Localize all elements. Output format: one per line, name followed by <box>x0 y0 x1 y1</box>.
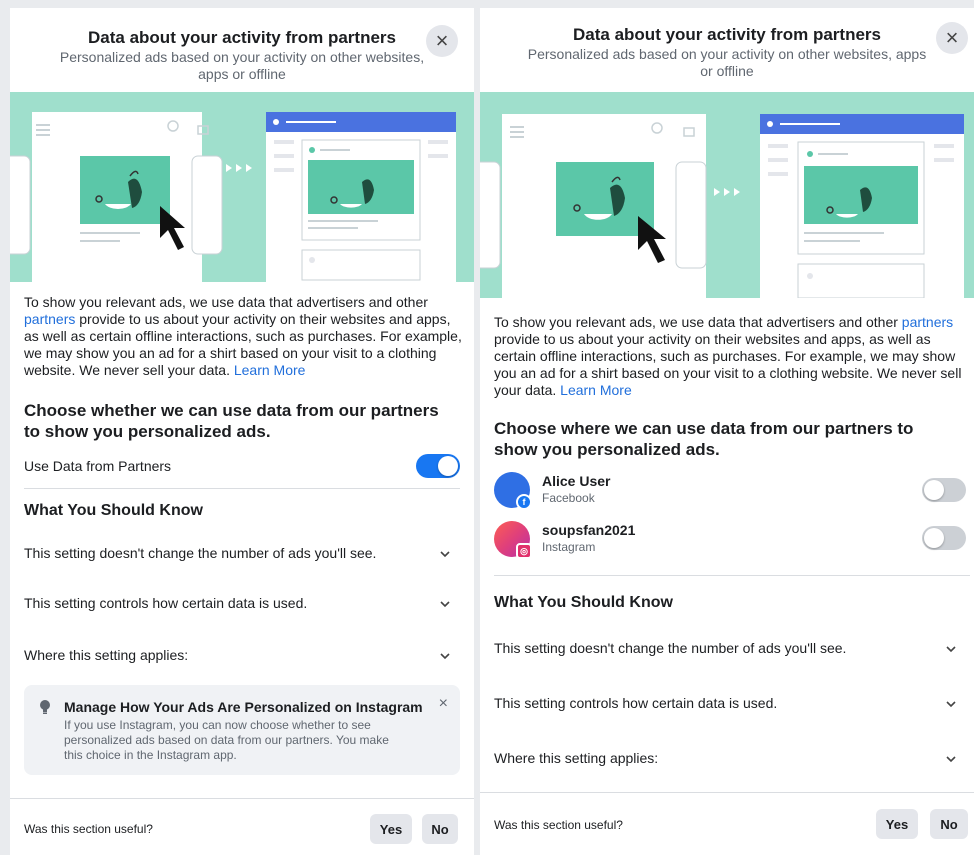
close-icon[interactable]: × <box>439 695 448 713</box>
chevron-down-icon[interactable] <box>946 754 956 764</box>
no-button[interactable]: No <box>422 814 458 844</box>
accordion-item-applies[interactable]: Where this setting applies: <box>494 750 658 766</box>
illustration-graphic <box>480 114 964 298</box>
choose-heading: Choose whether we can use data from our … <box>24 401 439 441</box>
description: To show you relevant ads, we use data th… <box>494 314 964 399</box>
accordion-item-applies[interactable]: Where this setting applies: <box>24 647 188 663</box>
illustration-graphic <box>10 112 456 282</box>
lightbulb-icon <box>40 700 50 714</box>
account-row-instagram: ◎ soupsfan2021 Instagram <box>494 521 964 561</box>
accordion-item-ads-count[interactable]: This setting doesn't change the number o… <box>24 545 376 561</box>
chevron-down-icon[interactable] <box>440 599 450 609</box>
dialog-title: Data about your activity from partners <box>573 25 881 44</box>
right-dialog: Data about your activity from partners P… <box>480 8 974 855</box>
dialog-header: Data about your activity from partners P… <box>10 8 474 83</box>
left-dialog: Data about your activity from partners P… <box>10 8 474 855</box>
divider <box>494 575 970 576</box>
dialog-header: Data about your activity from partners P… <box>480 8 974 80</box>
illustration <box>10 92 474 282</box>
toggle-knob <box>438 456 458 476</box>
chevron-down-icon[interactable] <box>440 651 450 661</box>
useful-question: Was this section useful? <box>494 818 623 832</box>
account-row-facebook: f Alice User Facebook <box>494 472 964 512</box>
illustration <box>480 92 974 298</box>
facebook-account-toggle[interactable] <box>922 478 966 502</box>
use-data-toggle[interactable] <box>416 454 460 478</box>
yes-button[interactable]: Yes <box>370 814 412 844</box>
learn-more-link[interactable]: Learn More <box>234 362 306 378</box>
yes-button[interactable]: Yes <box>876 809 918 839</box>
chevron-down-icon[interactable] <box>946 699 956 709</box>
no-button[interactable]: No <box>930 809 968 839</box>
footer-divider <box>10 798 474 799</box>
dialog-subtitle: Personalized ads based on your activity … <box>527 46 927 79</box>
partners-link[interactable]: partners <box>24 311 75 327</box>
dialog-subtitle: Personalized ads based on your activity … <box>59 49 425 82</box>
know-heading: What You Should Know <box>494 594 673 611</box>
stage: Data about your activity from partners P… <box>0 0 974 855</box>
partners-link[interactable]: partners <box>902 314 953 330</box>
accordion-item-data-use[interactable]: This setting controls how certain data i… <box>24 595 307 611</box>
description-text: To show you relevant ads, we use data th… <box>24 294 428 310</box>
tip-body: If you use Instagram, you can now choose… <box>64 718 389 762</box>
description: To show you relevant ads, we use data th… <box>24 294 464 379</box>
facebook-icon: f <box>516 494 532 510</box>
chevron-down-icon[interactable] <box>946 644 956 654</box>
use-data-label: Use Data from Partners <box>24 458 172 474</box>
dialog-title: Data about your activity from partners <box>88 28 396 47</box>
instagram-account-toggle[interactable] <box>922 526 966 550</box>
accordion-item-data-use[interactable]: This setting controls how certain data i… <box>494 695 777 711</box>
instagram-tip: Manage How Your Ads Are Personalized on … <box>24 685 460 775</box>
account-platform: Instagram <box>542 540 596 554</box>
account-platform: Facebook <box>542 491 595 505</box>
close-button[interactable]: × <box>426 25 458 57</box>
chevron-down-icon[interactable] <box>440 549 450 559</box>
know-heading: What You Should Know <box>24 502 203 519</box>
close-icon: × <box>435 28 449 53</box>
description-text: To show you relevant ads, we use data th… <box>494 314 902 330</box>
toggle-knob <box>924 528 944 548</box>
learn-more-link[interactable]: Learn More <box>560 382 632 398</box>
divider <box>24 488 460 489</box>
account-name: Alice User <box>542 473 611 489</box>
choose-heading: Choose where we can use data from our pa… <box>494 419 914 459</box>
close-icon: × <box>945 25 959 50</box>
footer-divider <box>480 792 974 793</box>
close-button[interactable]: × <box>936 22 968 54</box>
toggle-knob <box>924 480 944 500</box>
tip-title: Manage How Your Ads Are Personalized on … <box>64 699 423 715</box>
useful-question: Was this section useful? <box>24 822 153 836</box>
instagram-icon: ◎ <box>516 543 532 559</box>
accordion-item-ads-count[interactable]: This setting doesn't change the number o… <box>494 640 846 656</box>
account-name: soupsfan2021 <box>542 522 636 538</box>
